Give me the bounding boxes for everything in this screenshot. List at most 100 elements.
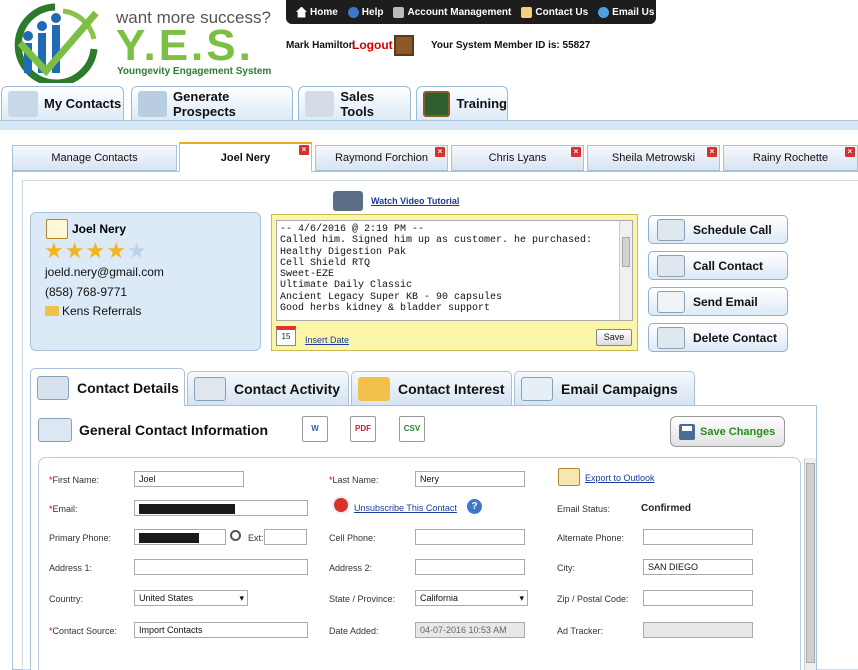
address2-label: Address 2: [329, 563, 373, 573]
word-export-icon[interactable]: W [302, 416, 328, 442]
save-changes-button[interactable]: Save Changes [670, 416, 785, 447]
folder-icon [45, 306, 59, 316]
home-icon [296, 6, 307, 18]
nav-email-us[interactable]: Email Us [598, 6, 654, 18]
tab-contact-sheila-metrowski[interactable]: Sheila Metrowski × [587, 145, 720, 171]
member-id: Your System Member ID is: 55827 [431, 40, 591, 51]
main-tab-bar [0, 120, 858, 130]
notes-scrollbar[interactable] [619, 221, 632, 320]
contacts-people-icon [8, 90, 38, 117]
contact-source-input[interactable]: Import Contacts [134, 622, 308, 638]
cell-phone-input[interactable] [415, 529, 525, 545]
send-email-button[interactable]: Send Email [648, 287, 788, 316]
tab-contact-details[interactable]: Contact Details [30, 368, 185, 406]
zip-input[interactable] [643, 590, 753, 606]
brand-subtitle: Youngevity Engagement System [117, 66, 272, 77]
ext-input[interactable] [264, 529, 307, 545]
star-rating[interactable]: ★ ★ ★ ★ ★ [44, 240, 147, 262]
nav-home[interactable]: Home [296, 6, 338, 18]
last-name-input[interactable]: Nery [415, 471, 525, 487]
city-input[interactable]: SAN DIEGO [643, 559, 753, 575]
calendar-icon[interactable]: 15 [276, 326, 296, 346]
video-camera-icon[interactable] [333, 191, 363, 211]
page-scroll-thumb[interactable] [806, 463, 815, 663]
country-select[interactable]: United States [134, 590, 248, 606]
alternate-phone-label: Alternate Phone: [557, 533, 625, 543]
yes-logo-icon [14, 3, 99, 83]
tab-sales-tools[interactable]: Sales Tools [298, 86, 411, 120]
tab-training[interactable]: Training [416, 86, 508, 120]
ad-tracker-label: Ad Tracker: [557, 626, 604, 636]
primary-phone-input[interactable] [134, 529, 226, 545]
tab-manage-contacts[interactable]: Manage Contacts [12, 145, 177, 171]
contact-phone: (858) 768-9771 [45, 285, 128, 299]
unsubscribe-contact-link[interactable]: Unsubscribe This Contact [354, 503, 457, 513]
close-tab-icon[interactable]: × [299, 145, 309, 155]
help-icon[interactable]: ? [467, 499, 482, 514]
address1-input[interactable] [134, 559, 308, 575]
email-input[interactable] [134, 500, 308, 516]
star-icon[interactable]: ★ [44, 240, 64, 262]
notes-scroll-thumb[interactable] [622, 237, 630, 267]
address2-input[interactable] [415, 559, 525, 575]
last-name-label: *Last Name: [329, 475, 379, 485]
schedule-call-button[interactable]: Schedule Call [648, 215, 788, 244]
outlook-export-icon[interactable] [558, 468, 580, 486]
logout-door-icon[interactable] [394, 35, 414, 56]
date-added-input: 04-07-2016 10:53 AM [415, 622, 525, 638]
email-status-value: Confirmed [641, 503, 691, 514]
search-icon[interactable] [230, 530, 241, 541]
first-name-label: *First Name: [49, 475, 100, 485]
chalkboard-icon [423, 90, 451, 117]
close-tab-icon[interactable]: × [571, 147, 581, 157]
user-name: Mark Hamilton [286, 40, 355, 51]
tab-contact-joel-nery[interactable]: Joel Nery × [179, 142, 312, 172]
notes-textarea[interactable]: -- 4/6/2016 @ 2:19 PM -- Called him. Sig… [276, 220, 633, 321]
address1-label: Address 1: [49, 563, 93, 573]
star-icon[interactable]: ★ [106, 240, 126, 262]
star-icon[interactable]: ★ [65, 240, 85, 262]
nav-account-management[interactable]: Account Management [393, 6, 511, 18]
save-note-button[interactable]: Save [596, 329, 632, 346]
tab-contact-activity[interactable]: Contact Activity [187, 371, 349, 405]
export-to-outlook-link[interactable]: Export to Outlook [585, 473, 655, 483]
insert-date-link[interactable]: Insert Date [305, 335, 349, 345]
email-campaign-icon [521, 376, 553, 401]
state-select[interactable]: California [415, 590, 528, 606]
csv-export-icon[interactable]: CSV [399, 416, 425, 442]
call-contact-button[interactable]: Call Contact [648, 251, 788, 280]
nav-contact-us[interactable]: Contact Us [521, 6, 588, 18]
alternate-phone-input[interactable] [643, 529, 753, 545]
tab-contact-raymond-forchion[interactable]: Raymond Forchion × [315, 145, 448, 171]
envelope-icon [521, 6, 533, 18]
pdf-export-icon[interactable]: PDF [350, 416, 376, 442]
logout-link[interactable]: Logout [352, 38, 393, 52]
watch-video-tutorial-link[interactable]: Watch Video Tutorial [371, 196, 459, 206]
phone-icon [657, 254, 685, 277]
tab-contact-chris-lyans[interactable]: Chris Lyans × [451, 145, 584, 171]
close-tab-icon[interactable]: × [707, 147, 717, 157]
country-label: Country: [49, 594, 84, 604]
close-tab-icon[interactable]: × [435, 147, 445, 157]
account-icon [393, 6, 405, 18]
tab-my-contacts[interactable]: My Contacts [1, 86, 124, 120]
close-tab-icon[interactable]: × [845, 147, 855, 157]
redacted-email [139, 504, 235, 514]
city-label: City: [557, 563, 575, 573]
nav-help[interactable]: Help [347, 6, 383, 18]
delete-contact-button[interactable]: Delete Contact [648, 323, 788, 352]
page-scrollbar[interactable] [804, 458, 816, 670]
tab-email-campaigns[interactable]: Email Campaigns [514, 371, 695, 405]
first-name-input[interactable]: Joel [134, 471, 244, 487]
unsubscribe-icon[interactable] [332, 496, 350, 514]
star-icon[interactable]: ★ [85, 240, 105, 262]
email-globe-icon [598, 6, 610, 18]
tab-contact-interest[interactable]: Contact Interest [351, 371, 512, 405]
tab-generate-prospects[interactable]: Generate Prospects [131, 86, 293, 120]
zip-label: Zip / Postal Code: [557, 594, 629, 604]
email-label: *Email: [49, 504, 78, 514]
tab-contact-rainy-rochette[interactable]: Rainy Rochette × [723, 145, 858, 171]
star-icon[interactable]: ★ [127, 240, 147, 262]
contact-email[interactable]: joeld.nery@gmail.com [45, 265, 164, 279]
floppy-disk-icon [679, 423, 695, 440]
